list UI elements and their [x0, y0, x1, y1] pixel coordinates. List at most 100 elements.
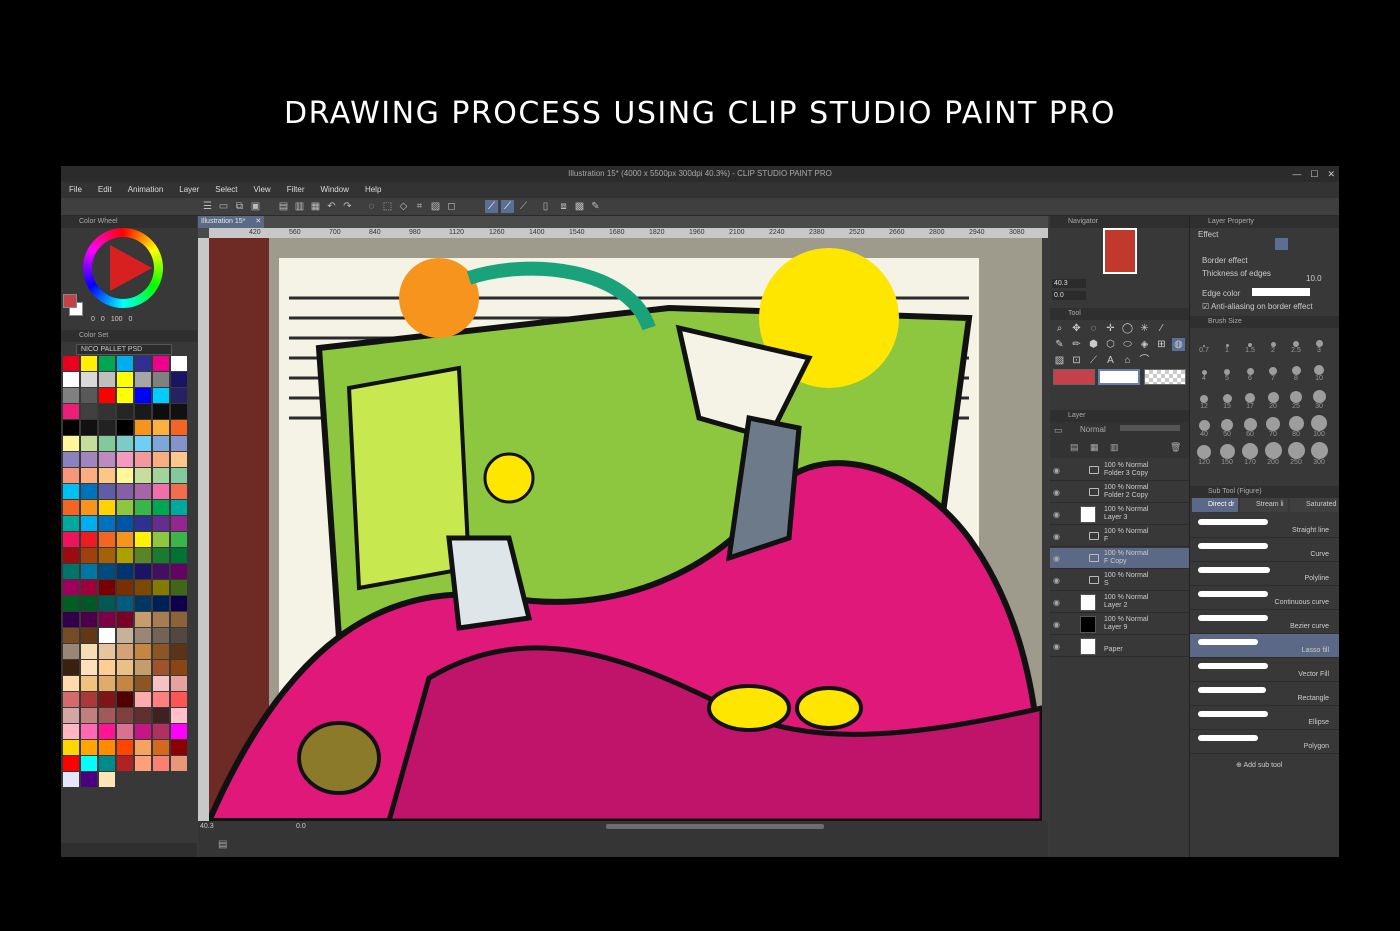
color-swatch[interactable] [171, 516, 187, 531]
brush-size-preset[interactable]: 100 [1309, 414, 1329, 438]
menu-layer[interactable]: Layer [171, 182, 207, 198]
color-swatch[interactable] [135, 692, 151, 707]
color-swatch[interactable] [63, 724, 79, 739]
close-tab-icon[interactable]: ✕ [255, 218, 261, 225]
brush-size-preset[interactable]: 3 [1309, 330, 1329, 354]
visibility-eye-icon[interactable]: ◉ [1053, 598, 1060, 607]
gradient-tool-icon[interactable]: ▨ [1053, 354, 1066, 367]
color-swatch[interactable] [63, 692, 79, 707]
color-swatch[interactable] [153, 740, 169, 755]
color-swatch[interactable] [153, 724, 169, 739]
color-swatch[interactable] [63, 564, 79, 579]
color-swatch[interactable] [81, 740, 97, 755]
color-swatch[interactable] [99, 708, 115, 723]
color-swatch[interactable] [171, 724, 187, 739]
color-swatch[interactable] [153, 516, 169, 531]
brush-size-preset[interactable]: 300 [1309, 442, 1329, 466]
color-swatch[interactable] [153, 468, 169, 483]
color-swatch[interactable] [135, 756, 151, 771]
color-swatch[interactable] [153, 596, 169, 611]
brush-size-preset[interactable]: 2 [1263, 330, 1283, 354]
brush-size-preset[interactable]: 4 [1194, 358, 1214, 382]
color-swatch[interactable] [135, 548, 151, 563]
visibility-eye-icon[interactable]: ◉ [1053, 554, 1060, 563]
color-swatch[interactable] [99, 580, 115, 595]
color-swatch[interactable] [99, 756, 115, 771]
color-swatch[interactable] [81, 356, 97, 371]
color-swatch[interactable] [117, 692, 133, 707]
visibility-eye-icon[interactable]: ◉ [1053, 532, 1060, 541]
color-swatch[interactable] [63, 628, 79, 643]
redo-icon[interactable]: ↷ [341, 200, 354, 213]
color-swatch[interactable] [81, 564, 97, 579]
color-swatch[interactable] [81, 388, 97, 403]
color-swatch[interactable] [117, 500, 133, 515]
brush-size-preset[interactable]: 250 [1286, 442, 1306, 466]
visibility-eye-icon[interactable]: ◉ [1053, 642, 1060, 651]
menu-filter[interactable]: Filter [279, 182, 313, 198]
color-swatch[interactable] [99, 404, 115, 419]
brush-size-preset[interactable]: 7 [1263, 358, 1283, 382]
color-swatch[interactable] [135, 452, 151, 467]
color-swatch[interactable] [99, 436, 115, 451]
color-swatch[interactable] [99, 532, 115, 547]
save-icon[interactable]: ▣ [249, 200, 262, 213]
sub-color-chip[interactable] [1098, 369, 1140, 385]
color-swatch[interactable] [99, 372, 115, 387]
color-swatch[interactable] [135, 532, 151, 547]
color-swatch[interactable] [63, 756, 79, 771]
new-layer-icon[interactable]: ▤ [277, 200, 290, 213]
maximize-icon[interactable]: ☐ [1310, 166, 1318, 182]
menu-file[interactable]: File [61, 182, 90, 198]
color-swatch[interactable] [81, 452, 97, 467]
color-swatch[interactable] [99, 356, 115, 371]
brush-size-preset[interactable]: 60 [1240, 414, 1260, 438]
color-swatch[interactable] [135, 644, 151, 659]
color-swatch[interactable] [63, 436, 79, 451]
color-swatch[interactable] [63, 420, 79, 435]
brush-size-preset[interactable]: 0.7 [1194, 330, 1214, 354]
brush-size-preset[interactable]: 1 [1217, 330, 1237, 354]
sub-tool-item[interactable]: Rectangle [1190, 682, 1339, 706]
color-swatch[interactable] [135, 468, 151, 483]
color-swatch[interactable] [99, 548, 115, 563]
brush-size-preset[interactable]: 8 [1286, 358, 1306, 382]
brush-size-preset[interactable]: 6 [1240, 358, 1260, 382]
color-swatch[interactable] [117, 532, 133, 547]
tab-saturated-line[interactable]: Saturated [1290, 498, 1338, 512]
color-swatch[interactable] [63, 644, 79, 659]
snap-grid-icon[interactable]: ⟋ [501, 200, 514, 213]
color-swatch[interactable] [63, 356, 79, 371]
brush-size-preset[interactable]: 15 [1217, 386, 1237, 410]
color-swatch[interactable] [99, 564, 115, 579]
brush-size-preset[interactable]: 10 [1309, 358, 1329, 382]
color-swatch[interactable] [99, 596, 115, 611]
anti-alias-checkbox[interactable]: ☑ Anti-aliasing on border effect [1202, 302, 1313, 311]
illustration-canvas[interactable] [209, 238, 1042, 821]
color-swatch[interactable] [171, 740, 187, 755]
color-swatch[interactable] [63, 740, 79, 755]
color-swatch[interactable] [171, 372, 187, 387]
open-icon[interactable]: ▥ [293, 200, 306, 213]
color-swatch[interactable] [117, 596, 133, 611]
balloon-tool-icon[interactable]: ⌂ [1121, 354, 1134, 367]
menu-animation[interactable]: Animation [120, 182, 172, 198]
color-wheel[interactable] [83, 228, 163, 308]
color-swatch[interactable] [135, 708, 151, 723]
color-swatch[interactable] [171, 708, 187, 723]
visibility-eye-icon[interactable]: ◉ [1053, 488, 1060, 497]
color-swatch[interactable] [81, 676, 97, 691]
color-swatch[interactable] [99, 468, 115, 483]
brush-size-preset[interactable]: 120 [1194, 442, 1214, 466]
layer-row[interactable]: ◉ Paper [1050, 636, 1190, 657]
color-swatch[interactable] [117, 404, 133, 419]
color-swatch[interactable] [81, 580, 97, 595]
reference-icon[interactable]: ⧈ [557, 200, 570, 213]
lasso-tool-icon[interactable]: ◌ [1087, 322, 1100, 335]
color-swatch[interactable] [99, 660, 115, 675]
color-swatch[interactable] [63, 580, 79, 595]
brush-size-preset[interactable]: 70 [1263, 414, 1283, 438]
color-swatch[interactable] [135, 420, 151, 435]
color-swatch[interactable] [153, 420, 169, 435]
color-swatch[interactable] [63, 452, 79, 467]
